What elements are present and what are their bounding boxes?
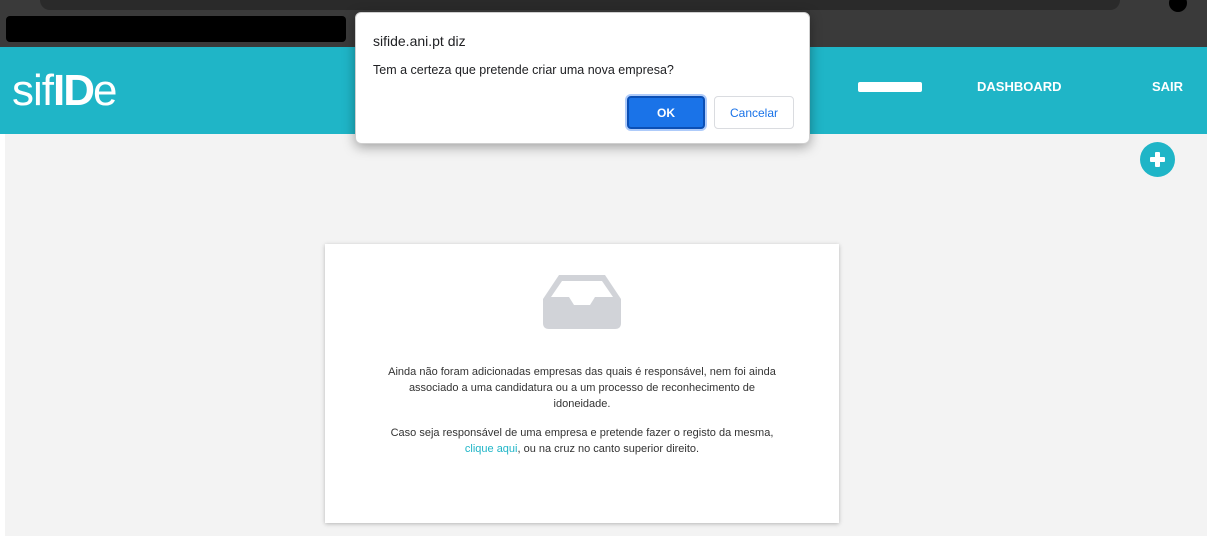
redacted-user-name[interactable] <box>858 82 922 92</box>
empty-state-text-after-link: , ou na cruz no canto superior direito. <box>517 443 700 455</box>
empty-state-text-before-link: Caso seja responsável de uma empresa e p… <box>390 427 774 439</box>
nav-dashboard-link[interactable]: DASHBOARD <box>977 79 1062 94</box>
profile-icon[interactable] <box>1169 0 1187 12</box>
empty-state-text: Ainda não foram adicionadas empresas das… <box>385 364 779 457</box>
confirm-dialog: sifide.ani.pt diz Tem a certeza que pret… <box>355 12 810 144</box>
empty-state-card: Ainda não foram adicionadas empresas das… <box>325 244 839 523</box>
dialog-title: sifide.ani.pt diz <box>373 33 466 49</box>
logo-text-prefix: sif <box>12 66 54 115</box>
redacted-address-bar <box>6 16 346 42</box>
cancel-button[interactable]: Cancelar <box>714 96 794 129</box>
logo-text-bold: ID <box>53 66 95 115</box>
logo-text-suffix: e <box>93 66 118 115</box>
ok-button[interactable]: OK <box>627 96 705 129</box>
nav-logout-link[interactable]: SAIR <box>1152 79 1183 94</box>
add-company-button[interactable] <box>1140 142 1175 177</box>
empty-state-paragraph-1: Ainda não foram adicionadas empresas das… <box>388 366 776 410</box>
dialog-message: Tem a certeza que pretende criar uma nov… <box>373 63 674 77</box>
inbox-icon <box>543 275 621 329</box>
click-here-link[interactable]: clique aqui <box>465 443 518 455</box>
empty-state-paragraph-2: Caso seja responsável de uma empresa e p… <box>385 425 779 457</box>
browser-tab-strip <box>40 0 1120 10</box>
sifide-logo[interactable]: sifIDe <box>12 66 118 115</box>
